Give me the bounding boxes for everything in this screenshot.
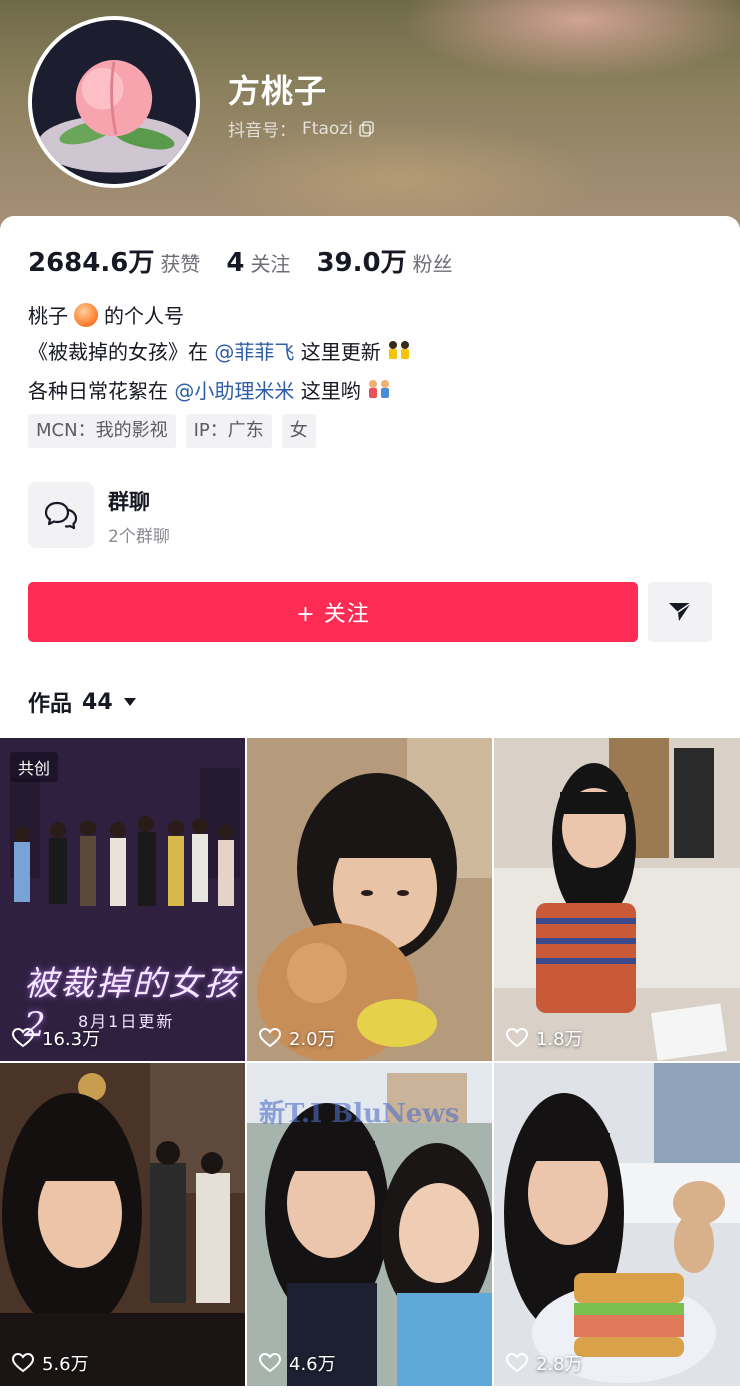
tag-gender: 女 — [281, 414, 316, 448]
heart-icon — [506, 1353, 528, 1373]
bio-line-1: 桃子 的个人号 — [28, 303, 184, 328]
video-likes-count: 5.6万 — [42, 1354, 89, 1375]
video-thumbnail[interactable]: 2.0万 — [247, 738, 492, 1061]
dancers-emoji-icon — [385, 337, 413, 373]
share-button[interactable] — [648, 582, 712, 642]
collab-badge: 共创 — [10, 752, 59, 782]
heart-icon — [506, 1028, 528, 1048]
likes-count[interactable]: 2684.6万 — [28, 242, 154, 279]
followers-count[interactable]: 39.0万 — [316, 242, 406, 279]
caret-down-icon — [123, 698, 136, 706]
stats-row: 2684.6万 获赞 4 关注 39.0万 粉丝 — [28, 242, 479, 279]
following-count[interactable]: 4 — [226, 248, 244, 278]
heart-icon — [12, 1353, 34, 1373]
video-thumbnail[interactable]: 2.8万 — [494, 1063, 740, 1386]
mention-link[interactable]: @小助理米米 — [174, 379, 294, 403]
bio: 桃子 的个人号 《被裁掉的女孩》在 @菲菲飞 这里更新 各种日常花絮在 @小助理米… — [28, 298, 413, 412]
heart-icon — [259, 1028, 281, 1048]
video-likes-count: 4.6万 — [289, 1354, 336, 1375]
following-label: 关注 — [250, 252, 291, 276]
video-likes: 2.8万 — [506, 1350, 583, 1376]
group-chat-subtitle: 2个群聊 — [108, 527, 170, 547]
watermark-text: 新T.I BluNews — [259, 1099, 460, 1129]
thumbnail-image — [0, 1063, 245, 1386]
video-likes: 5.6万 — [12, 1350, 89, 1376]
followers-label: 粉丝 — [412, 252, 453, 276]
video-likes-count: 2.0万 — [289, 1029, 336, 1050]
heart-icon — [12, 1028, 34, 1048]
thumbnail-image — [247, 738, 492, 1061]
follow-button[interactable]: + 关注 — [28, 582, 638, 642]
video-thumbnail[interactable]: 1.8万 — [494, 738, 740, 1061]
heart-icon — [259, 1353, 281, 1373]
thumbnail-image — [494, 738, 740, 1061]
group-chat-title[interactable]: 群聊 — [108, 486, 150, 516]
bio-line-2: 《被裁掉的女孩》在 @菲菲飞 这里更新 — [28, 334, 413, 373]
send-icon — [669, 602, 692, 621]
video-thumbnail[interactable]: 共创 被裁掉的女孩2 8月1日更新 16.3万 — [0, 738, 245, 1061]
copy-icon[interactable] — [359, 120, 375, 137]
works-count: 44 — [82, 689, 113, 715]
douyin-id-value: Ftaozi — [302, 118, 353, 139]
peach-emoji-icon — [74, 303, 98, 327]
douyin-id-label: 抖音号： — [228, 121, 296, 141]
peach-avatar-image — [32, 20, 196, 184]
video-likes: 4.6万 — [259, 1350, 336, 1376]
girls-emoji-icon — [365, 376, 393, 412]
bio-line-3: 各种日常花絮在 @小助理米米 这里哟 — [28, 373, 413, 412]
video-likes-count: 2.8万 — [536, 1354, 583, 1375]
tag-mcn[interactable]: MCN：我的影视 — [28, 414, 176, 448]
avatar[interactable] — [28, 16, 200, 188]
likes-label: 获赞 — [160, 252, 201, 276]
douyin-id[interactable]: 抖音号： Ftaozi — [228, 116, 375, 141]
video-likes: 16.3万 — [12, 1025, 100, 1051]
thumbnail-image — [494, 1063, 740, 1386]
video-likes-count: 1.8万 — [536, 1029, 583, 1050]
group-chat-icon[interactable] — [28, 482, 94, 548]
video-grid: 共创 被裁掉的女孩2 8月1日更新 16.3万 2.0万 1.8万 5.6万 新… — [0, 738, 740, 1386]
mention-link[interactable]: @菲菲飞 — [214, 340, 294, 364]
video-thumbnail[interactable]: 5.6万 — [0, 1063, 245, 1386]
tag-ip: IP：广东 — [185, 414, 272, 448]
video-likes-count: 16.3万 — [42, 1029, 101, 1050]
tab-works[interactable]: 作品 44 — [28, 686, 137, 718]
video-likes: 2.0万 — [259, 1025, 336, 1051]
video-thumbnail[interactable]: 新T.I BluNews 4.6万 — [247, 1063, 492, 1386]
video-likes: 1.8万 — [506, 1025, 583, 1051]
works-label: 作品 — [28, 692, 73, 717]
profile-tags: MCN：我的影视 IP：广东 女 — [28, 414, 316, 448]
profile-name: 方桃子 — [228, 72, 328, 110]
